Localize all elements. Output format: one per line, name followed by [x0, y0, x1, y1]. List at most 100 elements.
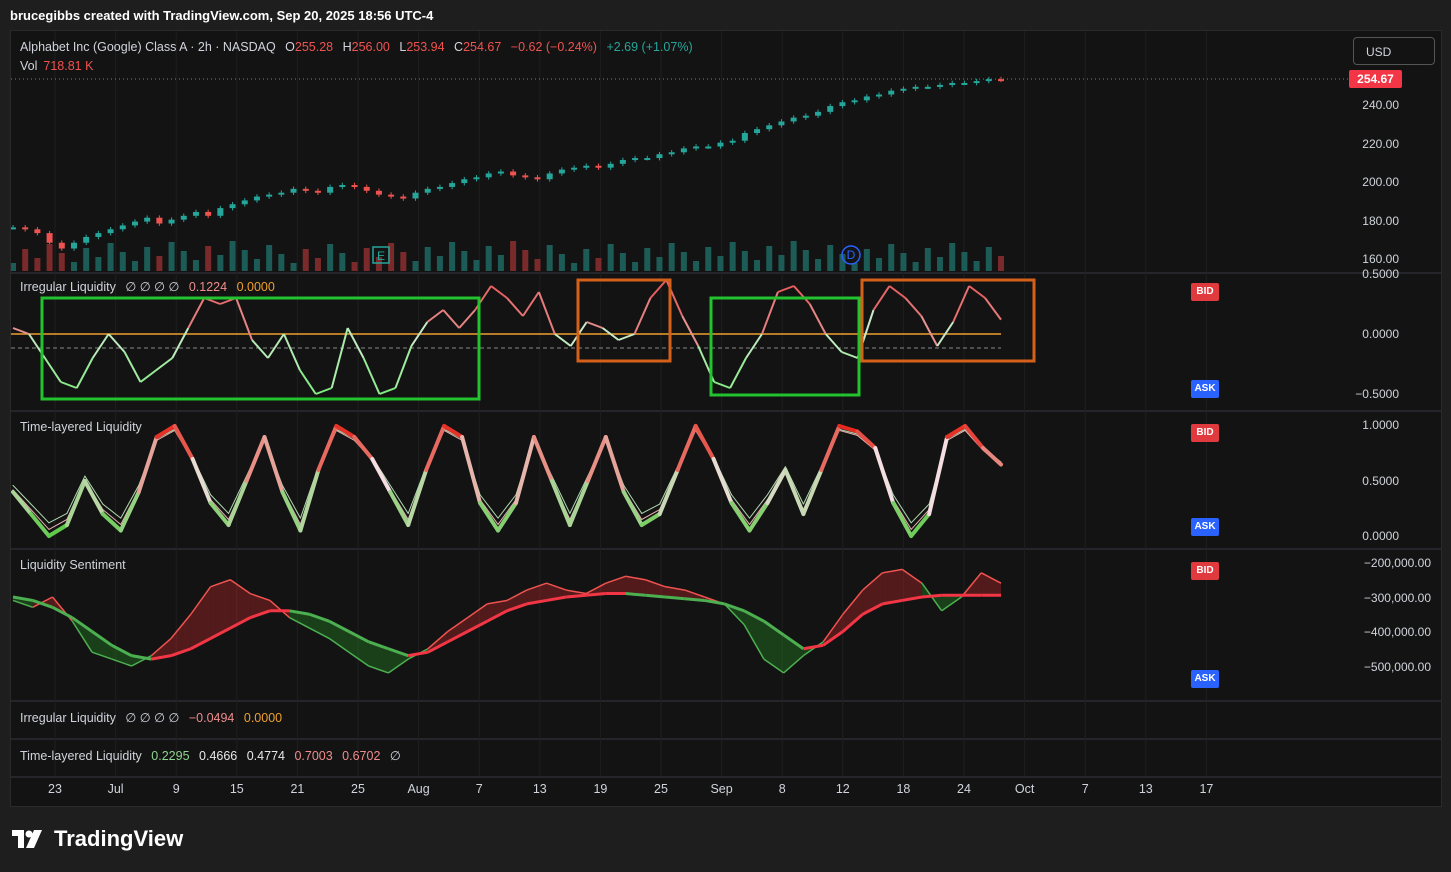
chart-frame[interactable]: ED Alphabet Inc (Google) Class A · 2h · … [10, 30, 1442, 807]
xtick-label: Oct [1014, 782, 1035, 796]
volume-bar [22, 249, 29, 271]
irregular-line [904, 297, 923, 317]
chart-canvas[interactable]: ED [11, 31, 1441, 806]
irregular-line [554, 333, 572, 347]
volume-bar [412, 261, 419, 271]
timelayered-line [639, 512, 662, 527]
xtick-label: Aug [407, 782, 430, 796]
volume-bar [717, 256, 724, 271]
timelayered-legend: Time-layered Liquidity [20, 420, 148, 434]
volume-bar [58, 253, 65, 271]
timelayered-line [981, 446, 1003, 467]
bid-badge: BID [1191, 562, 1219, 580]
volume-bar [107, 243, 114, 271]
volume-bar [266, 245, 273, 271]
timelayered-line [262, 435, 285, 494]
irregular-line [713, 381, 731, 389]
timelayered-title[interactable]: Time-layered Liquidity [20, 420, 142, 434]
candle [839, 102, 846, 107]
volume-bar [802, 250, 809, 271]
ask-badge: ASK [1191, 670, 1219, 688]
xtick-label: 23 [48, 782, 62, 796]
low-value: 253.94 [406, 40, 445, 54]
volume-bar [510, 241, 517, 271]
candle [888, 90, 895, 95]
volume-bar [46, 244, 53, 271]
candle [485, 173, 492, 178]
sentiment-title[interactable]: Liquidity Sentiment [20, 558, 126, 572]
timelayered-line [711, 457, 734, 505]
collapsed-timelayered-legend[interactable]: Time-layered Liquidity 0.2295 0.4666 0.4… [20, 748, 407, 763]
volume-bar [571, 263, 578, 271]
volume-bar [741, 251, 748, 271]
collapsed-irregular-legend[interactable]: Irregular Liquidity ∅ ∅ ∅ ∅ −0.0494 0.00… [20, 710, 288, 725]
candle [351, 185, 358, 187]
volume-bar [815, 259, 822, 271]
candle [827, 106, 834, 112]
irregular-line [315, 387, 333, 395]
volume-bar [217, 255, 224, 271]
candle [461, 179, 468, 184]
xtick-label: Jul [107, 782, 124, 796]
irregular-line [107, 333, 126, 353]
ytick-irregular: 0.0000 [1362, 327, 1399, 341]
candle [363, 186, 370, 191]
timelayered-line [641, 503, 661, 514]
volume-bar [888, 244, 895, 271]
volume-bar [668, 243, 675, 271]
irregular-line [537, 291, 556, 335]
timelayered-line [172, 424, 195, 461]
sentiment-legend: Liquidity Sentiment [20, 558, 132, 572]
candle [375, 190, 382, 195]
irregular-line [841, 351, 858, 359]
candle [729, 140, 736, 143]
sentiment-ma-line [625, 592, 646, 597]
candle [70, 242, 77, 249]
volume-bar [302, 249, 309, 271]
volume-bar [583, 249, 590, 271]
volume-bar [351, 262, 358, 271]
candle [302, 188, 309, 191]
candle [778, 121, 785, 126]
candle [912, 86, 919, 89]
ytick-main: 180.00 [1362, 214, 1399, 228]
volume-bar [973, 261, 980, 271]
timelayered-line [208, 501, 231, 527]
timelayered-line [136, 435, 159, 494]
volume-bar [534, 259, 541, 271]
volume-bar [290, 263, 297, 271]
irregular-line [379, 387, 396, 395]
ytick-main: 220.00 [1362, 137, 1399, 151]
irregular-line [346, 327, 365, 359]
close-value: 254.67 [463, 40, 502, 54]
irregular-line [777, 285, 795, 293]
volume-bar [34, 258, 41, 271]
irregular-line [267, 333, 285, 359]
candle [876, 94, 883, 97]
irregular-line [155, 357, 173, 371]
candle [95, 233, 102, 237]
irregular-line [91, 333, 110, 359]
candle [863, 96, 870, 101]
sentiment-fill [882, 569, 903, 604]
irregular-title[interactable]: Irregular Liquidity [20, 280, 116, 294]
timelayered-line [855, 429, 878, 450]
candle [168, 219, 175, 224]
irregular-line [808, 303, 827, 335]
candle [241, 200, 248, 205]
xtick-label: 25 [654, 782, 668, 796]
symbol-label[interactable]: Alphabet Inc (Google) Class A · 2h · NAS… [20, 40, 276, 54]
sentiment-fill [902, 569, 922, 601]
candle [144, 217, 151, 222]
volume-bar [229, 241, 236, 271]
currency-button[interactable]: USD [1353, 37, 1435, 65]
volume-bar [473, 260, 480, 271]
candle [46, 233, 53, 243]
sentiment-ma-line [803, 643, 824, 651]
ytick-timelayered: 0.5000 [1362, 474, 1399, 488]
tradingview-logo[interactable]: TradingView [12, 826, 183, 852]
volume-bar [644, 248, 651, 271]
volume-bar [949, 243, 956, 271]
xtick-label: 12 [835, 782, 850, 796]
volume-bar [632, 262, 639, 271]
